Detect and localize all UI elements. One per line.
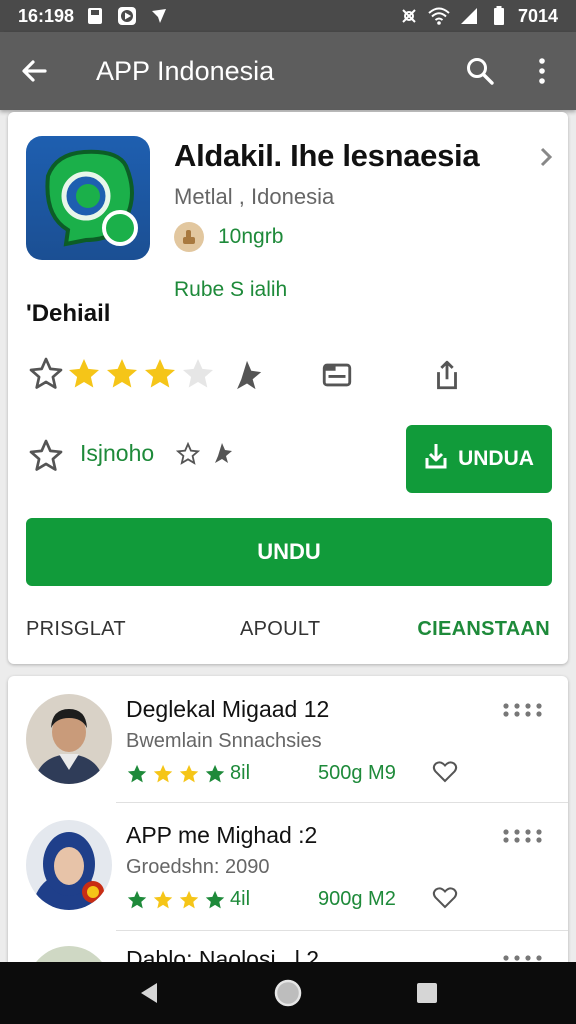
nav-home-icon[interactable] <box>270 975 306 1011</box>
signal-icon <box>458 5 480 27</box>
star-filled-icon[interactable] <box>104 356 140 392</box>
app-developer: Metlal , Idonesia <box>174 184 335 209</box>
tab-prisglat[interactable]: PRISGLAT <box>26 618 126 641</box>
play-icon <box>116 5 138 27</box>
pin-small-icon[interactable] <box>210 441 234 470</box>
back-arrow-icon[interactable] <box>16 53 52 89</box>
system-nav-bar <box>0 962 576 1024</box>
nav-back-icon[interactable] <box>131 975 167 1011</box>
star-outline-icon[interactable] <box>28 356 64 392</box>
more-vertical-icon[interactable] <box>524 53 560 89</box>
list-item-name: Deglekal Migaad 12 <box>126 696 330 722</box>
list-item-subtitle: Bwemlain Snnachsies <box>126 730 322 752</box>
download-button-big[interactable]: UNDU <box>26 518 552 586</box>
list-item-rating: 4il <box>126 888 250 911</box>
download-button-small-label: UNDUA <box>458 447 534 470</box>
download-icon <box>424 442 448 476</box>
list-item-rating-text: 8il <box>230 762 251 784</box>
list-item[interactable]: APP me Mighad :2 Groedshn: 2090 4il 900g… <box>8 802 568 928</box>
app-size-row: 10ngrb <box>174 222 283 252</box>
app-size: 10ngrb <box>218 225 284 248</box>
nav-recents-icon[interactable] <box>409 975 445 1011</box>
thumb-icon <box>174 222 204 252</box>
app-rating-label: Rube S ialih <box>174 278 288 301</box>
download-button-big-label: UNDU <box>257 539 321 564</box>
app-detail-card: Aldakil. Ihe lesnaesia Metlal , Idonesia… <box>8 112 568 664</box>
star-empty-icon[interactable] <box>180 356 216 392</box>
list-item[interactable]: Deglekal Migaad 12 Bwemlain Snnachsies 8… <box>8 676 568 802</box>
star-outline-icon[interactable] <box>28 438 64 479</box>
star-filled-icon[interactable] <box>66 356 102 392</box>
app-bar-title: APP Indonesia <box>96 55 275 86</box>
search-icon[interactable] <box>462 53 498 89</box>
heart-icon[interactable] <box>432 760 458 789</box>
tab-apoult[interactable]: APOULT <box>240 618 320 641</box>
battery-icon <box>488 5 510 27</box>
chevron-right-icon[interactable] <box>538 146 554 173</box>
sd-card-icon <box>84 5 106 27</box>
status-bar: 16:198 7014 <box>0 0 576 32</box>
list-item-size: 500g M9 <box>318 762 396 784</box>
list-item-subtitle: Groedshn: 2090 <box>126 856 270 878</box>
detail-label: 'Dehiail <box>26 300 111 327</box>
secondary-row-label: Isjnoho <box>80 440 155 466</box>
star-rating[interactable] <box>28 356 216 392</box>
location-arrow-icon <box>148 5 170 27</box>
rating-row <box>28 356 548 396</box>
list-item-size: 900g M2 <box>318 888 396 910</box>
star-small-icon[interactable] <box>175 441 201 471</box>
rating-stars-icon <box>127 764 225 782</box>
avatar <box>26 820 112 910</box>
tabs: PRISGLAT APOULT CIEANSTAAN <box>26 618 550 648</box>
battery-text: 7014 <box>517 5 558 26</box>
pin-icon[interactable] <box>230 358 264 397</box>
status-time: 16:198 <box>18 5 75 26</box>
app-bar: APP Indonesia <box>0 32 576 110</box>
vibrate-icon <box>398 5 420 27</box>
star-filled-icon[interactable] <box>142 356 178 392</box>
share-icon[interactable] <box>430 358 464 397</box>
list-divider <box>116 930 568 931</box>
download-button-small[interactable]: UNDUA <box>406 425 552 493</box>
list-item-rating-text: 4il <box>230 888 251 910</box>
list-item-rating: 8il <box>126 762 250 785</box>
heart-icon[interactable] <box>432 886 458 915</box>
rating-stars-icon <box>127 890 225 908</box>
avatar <box>26 694 112 784</box>
tab-cieanstaan[interactable]: CIEANSTAAN <box>417 618 550 641</box>
related-apps-list: Deglekal Migaad 12 Bwemlain Snnachsies 8… <box>8 676 568 976</box>
folder-icon[interactable] <box>320 358 354 397</box>
wifi-icon <box>428 5 450 27</box>
app-title: Aldakil. Ihe lesnaesia <box>174 138 480 173</box>
more-grid-icon[interactable] <box>502 828 548 849</box>
app-logo-icon <box>26 136 150 260</box>
list-item-name: APP me Mighad :2 <box>126 822 318 848</box>
more-grid-icon[interactable] <box>502 702 548 723</box>
